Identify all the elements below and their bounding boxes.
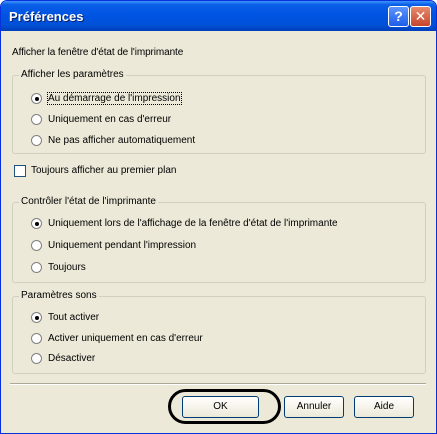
radio-dot[interactable]	[31, 93, 42, 104]
radio-always[interactable]: Toujours	[31, 261, 411, 275]
radio-dot[interactable]	[31, 114, 42, 125]
close-icon[interactable]: ✕	[410, 6, 431, 27]
radio-dot[interactable]	[31, 240, 42, 251]
radio-during-print-only[interactable]: Uniquement pendant l'impression	[31, 239, 411, 253]
radio-dot[interactable]	[31, 135, 42, 146]
checkbox-label: Toujours afficher au premier plan	[31, 165, 177, 176]
radio-label: Uniquement en cas d'erreur	[48, 114, 172, 125]
display-params-legend: Afficher les paramètres	[19, 69, 126, 80]
radio-dot[interactable]	[31, 353, 42, 364]
sound-params-group: Paramètres sons Tout activer Activer uni…	[12, 290, 426, 374]
radio-label: Toujours	[48, 262, 86, 273]
preferences-dialog: Préférences ? ✕ Afficher la fenêtre d'ét…	[0, 0, 437, 434]
separator	[10, 383, 426, 385]
status-window-heading: Afficher la fenêtre d'état de l'impriman…	[12, 47, 184, 58]
radio-enable-on-error[interactable]: Activer uniquement en cas d'erreur	[31, 332, 411, 346]
control-status-legend: Contrôler l'état de l'imprimante	[19, 196, 158, 207]
radio-never-auto[interactable]: Ne pas afficher automatiquement	[31, 134, 411, 148]
dialog-client: Afficher la fenêtre d'état de l'impriman…	[4, 31, 433, 430]
radio-label: Au démarrage de l'impression	[47, 92, 182, 105]
radio-status-window-only[interactable]: Uniquement lors de l'affichage de la fen…	[31, 217, 421, 231]
radio-dot[interactable]	[31, 218, 42, 229]
radio-dot[interactable]	[31, 262, 42, 273]
radio-label: Uniquement lors de l'affichage de la fen…	[48, 218, 338, 229]
radio-all-enabled[interactable]: Tout activer	[31, 311, 411, 325]
help-icon[interactable]: ?	[388, 6, 409, 27]
display-params-group: Afficher les paramètres Au démarrage de …	[12, 69, 426, 154]
radio-label: Uniquement pendant l'impression	[48, 240, 197, 251]
cancel-button[interactable]: Annuler	[284, 396, 344, 418]
control-status-group: Contrôler l'état de l'imprimante Uniquem…	[12, 196, 426, 283]
title-bar[interactable]: Préférences ? ✕	[1, 1, 436, 31]
ok-button[interactable]: OK	[182, 396, 259, 418]
radio-label: Tout activer	[48, 312, 100, 323]
radio-dot[interactable]	[31, 312, 42, 323]
always-on-top-checkbox[interactable]: Toujours afficher au premier plan	[14, 164, 394, 178]
radio-label: Ne pas afficher automatiquement	[48, 135, 196, 146]
help-button[interactable]: Aide	[354, 396, 414, 418]
radio-disable[interactable]: Désactiver	[31, 352, 411, 366]
window-title: Préférences	[9, 9, 84, 24]
radio-on-error-only[interactable]: Uniquement en cas d'erreur	[31, 113, 411, 127]
radio-at-print-start[interactable]: Au démarrage de l'impression	[31, 92, 411, 106]
checkbox-box[interactable]	[14, 165, 26, 177]
radio-label: Désactiver	[48, 353, 96, 364]
radio-label: Activer uniquement en cas d'erreur	[48, 333, 203, 344]
sound-params-legend: Paramètres sons	[19, 290, 99, 301]
radio-dot[interactable]	[31, 333, 42, 344]
